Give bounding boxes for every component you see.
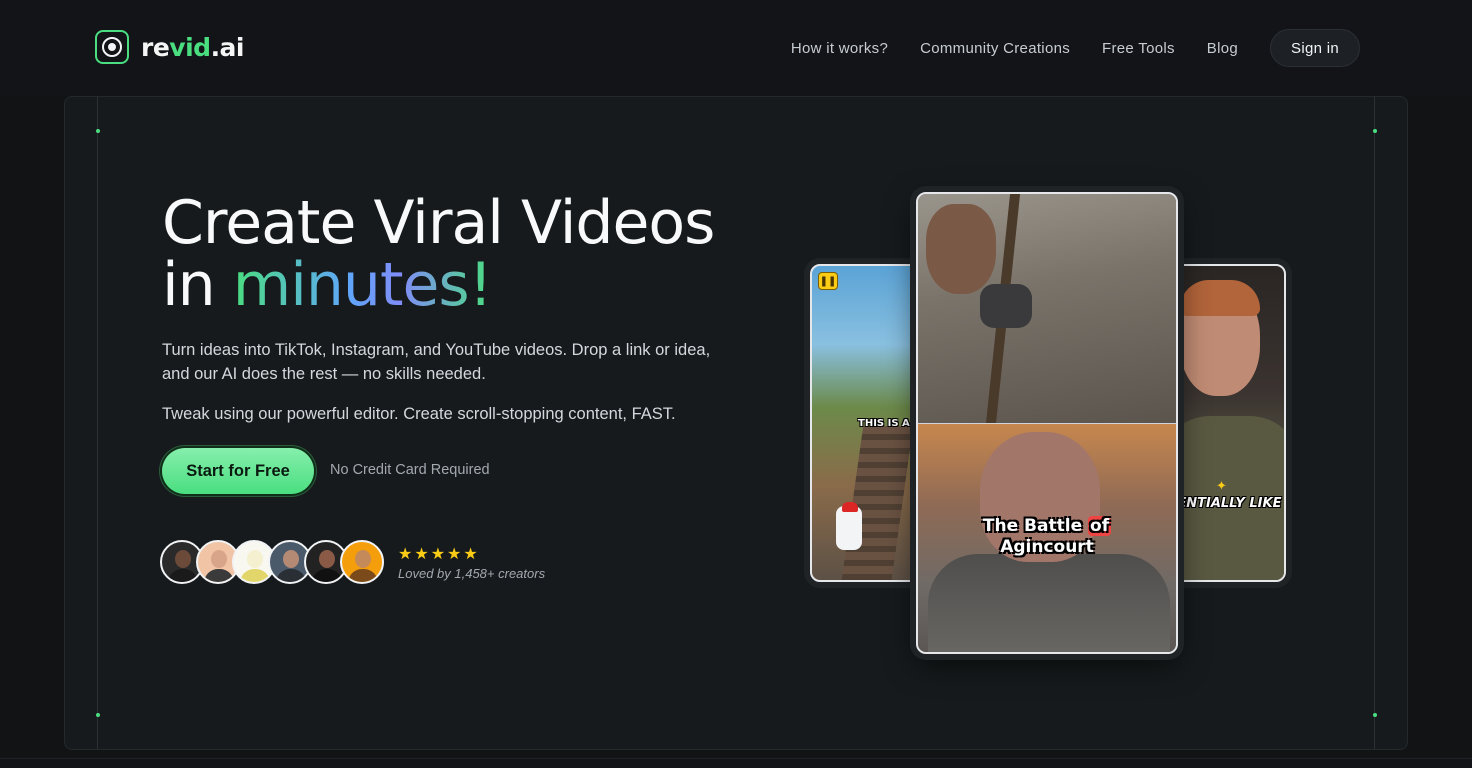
logo[interactable]: revid.ai [95, 30, 245, 64]
person-hair [1180, 280, 1260, 316]
next-section-edge [0, 758, 1472, 768]
gauntlet-shape [980, 284, 1032, 328]
hero-subtitle: Turn ideas into TikTok, Instagram, and Y… [162, 341, 711, 383]
video-caption-center: The Battle of Agincourt [982, 516, 1112, 557]
guide-dot [1373, 129, 1377, 133]
sign-in-button[interactable]: Sign in [1270, 29, 1360, 67]
nav-link-free-tools[interactable]: Free Tools [1102, 40, 1175, 57]
creator-avatars [160, 540, 384, 584]
hero-headline: Create Viral Videos in minutes! [162, 188, 715, 320]
start-for-free-button[interactable]: Start for Free [162, 448, 314, 494]
video-preview-right[interactable]: ✦ SENTIALLY LIKE [1168, 264, 1286, 582]
runner-figure [836, 506, 862, 550]
video-preview-left[interactable]: ❚❚ THIS IS A S [810, 264, 930, 582]
guide-line-right [1374, 97, 1375, 749]
sparkle-icon: ✦ [1216, 478, 1227, 493]
nav-link-how-it-works[interactable]: How it works? [791, 40, 888, 57]
guide-line-left [97, 97, 98, 749]
creator-avatar [340, 540, 384, 584]
pause-icon: ❚❚ [818, 272, 838, 290]
site-header: revid.ai How it works? Community Creatio… [0, 0, 1472, 96]
video-caption-left: THIS IS A S [858, 418, 921, 429]
runner-cap [842, 502, 858, 512]
nav-link-blog[interactable]: Blog [1207, 40, 1238, 57]
rating-stars-icon: ★★★★★ [398, 546, 480, 563]
guide-dot [96, 713, 100, 717]
video-caption-right: SENTIALLY LIKE [1168, 496, 1282, 511]
logo-text: revid.ai [141, 32, 245, 62]
logo-icon [95, 30, 129, 64]
video-preview-center[interactable]: The Battle of Agincourt [916, 192, 1178, 654]
guide-dot [96, 129, 100, 133]
archer-face [926, 204, 996, 294]
nav-link-community-creations[interactable]: Community Creations [920, 40, 1070, 57]
main-nav: How it works? Community Creations Free T… [791, 29, 1360, 67]
no-credit-card-note: No Credit Card Required [330, 462, 490, 478]
soldier-scene: The Battle of Agincourt [918, 424, 1176, 652]
headline-highlight: minutes! [232, 250, 493, 320]
guide-dot [1373, 713, 1377, 717]
hero-subtitle-secondary: Tweak using our powerful editor. Create … [162, 405, 676, 423]
armor-shape [928, 554, 1170, 652]
archer-scene [918, 194, 1176, 424]
loved-by-text: Loved by 1,458+ creators [398, 566, 546, 581]
